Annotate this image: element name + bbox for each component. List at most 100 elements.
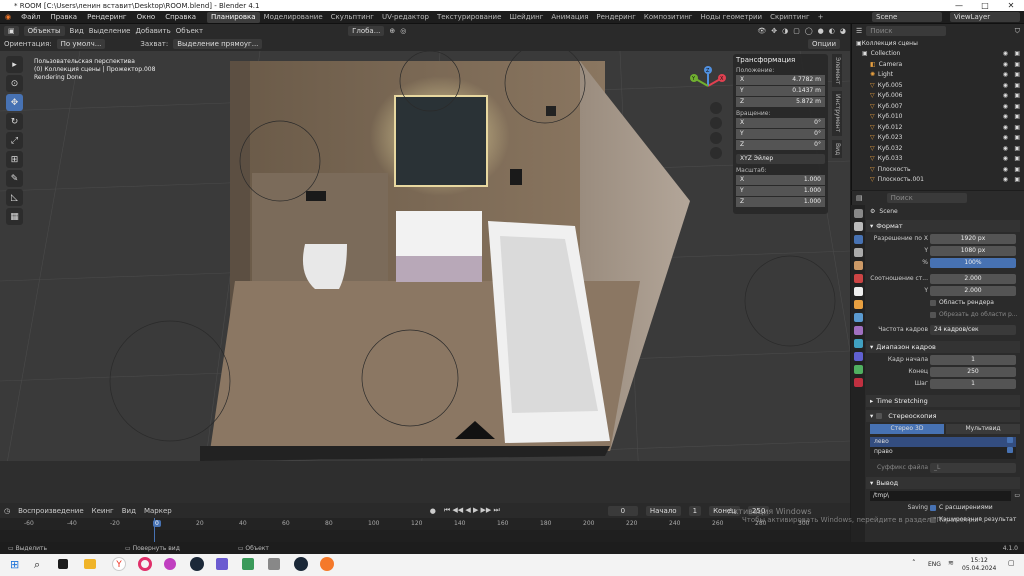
outliner-item[interactable]: ▽ Куб.006 ◉ ▣ <box>852 91 1024 102</box>
outliner-item[interactable]: ▽ Плоскость.001 ◉ ▣ <box>852 175 1024 186</box>
scene-selector[interactable]: Scene <box>872 12 942 22</box>
modifier-tab-icon[interactable] <box>853 313 863 322</box>
constraints-tab-icon[interactable] <box>853 352 863 361</box>
data-tab-icon[interactable] <box>853 365 863 374</box>
outliner-item[interactable]: ▽ Куб.012 ◉ ▣ <box>852 122 1024 133</box>
render-visibility-icon[interactable]: ▣ <box>1014 145 1020 152</box>
start-frame[interactable]: 1 <box>688 505 702 516</box>
scale-tool-icon[interactable]: ⤢ <box>6 132 23 149</box>
stereo-3d-button[interactable]: Стерео 3D <box>870 423 944 434</box>
format-section[interactable]: ▾ Формат <box>866 220 1020 232</box>
location-z[interactable]: Z 5.872 m <box>736 97 825 107</box>
visibility-eye-icon[interactable]: ◉ <box>1003 145 1008 152</box>
menu-view[interactable]: Вид <box>70 27 84 35</box>
timeline-track[interactable] <box>0 518 850 542</box>
suffix-field[interactable]: _L <box>930 462 1016 473</box>
location-x[interactable]: X 4.7782 m <box>736 75 825 85</box>
tab-texture[interactable]: Текстурирование <box>433 12 505 23</box>
tab-compositing[interactable]: Композитинг <box>640 12 697 23</box>
menu-file[interactable]: Файл <box>16 13 45 21</box>
output-section[interactable]: ▾ Вывод <box>866 477 1020 489</box>
close-button[interactable]: ✕ <box>998 0 1024 11</box>
shading-rendered-icon[interactable]: ◕ <box>840 27 846 35</box>
menu-render[interactable]: Рендеринг <box>82 13 132 21</box>
view-layer-tab-icon[interactable] <box>853 248 863 257</box>
cursor-tool-icon[interactable]: ⊙ <box>6 75 23 92</box>
timeline-view-menu[interactable]: Вид <box>122 507 136 515</box>
tab-modeling[interactable]: Моделирование <box>260 12 327 23</box>
transform-header[interactable]: Трансформация <box>736 56 825 64</box>
transform-orientation-dropdown[interactable]: Глоба... <box>348 25 385 36</box>
render-visibility-icon[interactable]: ▣ <box>1014 103 1020 110</box>
tab-view[interactable]: Вид <box>832 139 842 158</box>
move-tool-icon[interactable]: ✥ <box>6 94 23 111</box>
material-tab-icon[interactable] <box>853 378 863 387</box>
view-left-checkbox[interactable] <box>1007 437 1013 443</box>
orientation-dropdown[interactable]: По умолч... <box>56 39 106 49</box>
select-tool-icon[interactable]: ▸ <box>6 56 23 73</box>
outliner-editor-icon[interactable]: ☰ <box>856 27 862 35</box>
app-icon-green[interactable] <box>242 558 254 570</box>
render-region-checkbox[interactable] <box>930 299 936 306</box>
output-tab-icon[interactable] <box>853 235 863 244</box>
language-indicator[interactable]: ENG <box>928 561 941 568</box>
visibility-eye-icon[interactable]: ◉ <box>1003 50 1008 57</box>
blender-logo-icon[interactable]: ◉ <box>0 13 16 21</box>
particles-tab-icon[interactable] <box>853 326 863 335</box>
render-visibility-icon[interactable]: ▣ <box>1014 113 1020 120</box>
add-cube-tool-icon[interactable]: ▦ <box>6 208 23 225</box>
tab-rendering[interactable]: Рендеринг <box>592 12 640 23</box>
res-y-field[interactable]: 1080 px <box>930 245 1016 256</box>
shading-solid-icon[interactable]: ● <box>818 27 824 35</box>
menu-help[interactable]: Справка <box>160 13 201 21</box>
notifications-icon[interactable]: ▢ <box>1008 559 1015 567</box>
aspect-y-field[interactable]: 2.000 <box>930 285 1016 296</box>
output-path-field[interactable]: /tmp\ <box>870 490 1012 501</box>
collection-tab-icon[interactable] <box>853 287 863 296</box>
tab-item[interactable]: Элемент <box>832 54 842 88</box>
proportional-edit-icon[interactable]: ◎ <box>400 27 406 35</box>
tab-sculpting[interactable]: Скульптинг <box>327 12 378 23</box>
visibility-eye-icon[interactable]: ◉ <box>1003 166 1008 173</box>
outliner-item[interactable]: ▽ Куб.005 ◉ ▣ <box>852 80 1024 91</box>
visibility-eye-icon[interactable]: ◉ <box>1003 92 1008 99</box>
tray-expand-icon[interactable]: ˄ <box>912 559 916 567</box>
outliner-item[interactable]: ▽ Куб.010 ◉ ▣ <box>852 112 1024 123</box>
rotation-y[interactable]: Y 0° <box>736 129 825 139</box>
res-pct-field[interactable]: 100% <box>930 257 1016 268</box>
steam-icon[interactable] <box>190 557 204 571</box>
crop-checkbox[interactable] <box>930 311 936 318</box>
menu-add[interactable]: Добавить <box>135 27 170 35</box>
crop-row[interactable]: Обрезать до области р... <box>866 309 1020 320</box>
render-visibility-icon[interactable]: ▣ <box>1014 92 1020 99</box>
multiview-button[interactable]: Мультивид <box>946 423 1020 434</box>
frame-range-section[interactable]: ▾ Диапазон кадров <box>866 341 1020 353</box>
outliner-item[interactable]: ▽ Куб.032 ◉ ▣ <box>852 143 1024 154</box>
visibility-eye-icon[interactable]: ◉ <box>1003 61 1008 68</box>
physics-tab-icon[interactable] <box>853 339 863 348</box>
outliner-item[interactable]: ▽ Плоскость ◉ ▣ <box>852 164 1024 175</box>
stereoscopy-checkbox[interactable] <box>876 413 883 419</box>
outliner-item[interactable]: ▣ Collection ◉ ▣ <box>852 49 1024 60</box>
tab-geometry-nodes[interactable]: Ноды геометрии <box>696 12 766 23</box>
gizmo-toggle-icon[interactable]: ✥ <box>771 27 777 35</box>
view-right-checkbox[interactable] <box>1007 447 1013 453</box>
visibility-eye-icon[interactable]: ◉ <box>1003 134 1008 141</box>
tab-scripting[interactable]: Скриптинг <box>766 12 814 23</box>
yandex-browser-icon[interactable]: Y <box>112 557 126 571</box>
time-stretching-section[interactable]: ▸ Time Stretching <box>866 395 1020 407</box>
blender-taskbar-icon[interactable] <box>320 557 334 571</box>
view-left[interactable]: лево <box>870 437 1016 447</box>
render-tab-icon[interactable] <box>853 222 863 231</box>
menu-select[interactable]: Выделение <box>89 27 131 35</box>
add-workspace-icon[interactable]: + <box>814 12 828 23</box>
fps-dropdown[interactable]: 24 кадров/сек <box>930 324 1016 335</box>
capture-dropdown[interactable]: Выделение прямоуг... <box>173 39 263 49</box>
tab-uv[interactable]: UV-редактор <box>378 12 433 23</box>
annotate-tool-icon[interactable]: ✎ <box>6 170 23 187</box>
search-icon[interactable]: ⌕ <box>34 558 40 572</box>
rotate-tool-icon[interactable]: ↻ <box>6 113 23 130</box>
stereoscopy-section[interactable]: ▾ Стереоскопия <box>866 410 1020 422</box>
world-tab-icon[interactable] <box>853 274 863 283</box>
shading-material-icon[interactable]: ◐ <box>829 27 835 35</box>
